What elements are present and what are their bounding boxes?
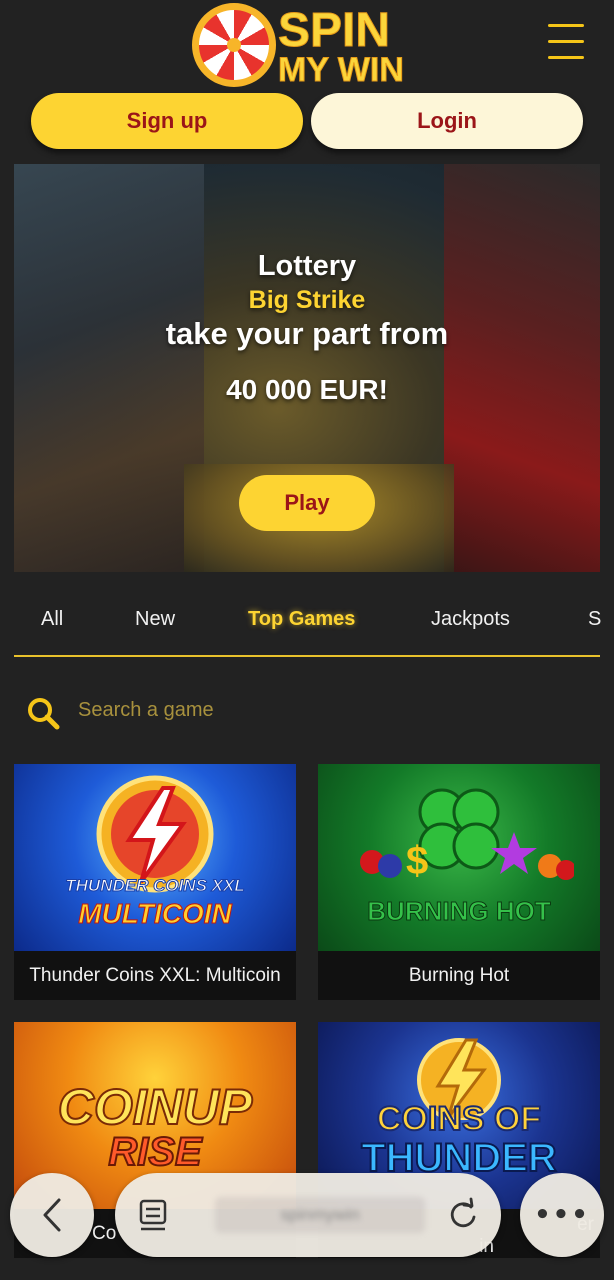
- game-title[interactable]: Thunder Coins XXL: Multicoin: [14, 951, 296, 1000]
- logo[interactable]: SPIN MY WIN: [192, 3, 428, 89]
- banner-amount: 40 000 EUR!: [226, 374, 388, 405]
- game-thumb-title: THUNDER COINS XXL: [65, 876, 245, 896]
- wheel-logo-icon: [192, 3, 276, 87]
- login-button[interactable]: Login: [311, 93, 583, 149]
- game-thumbnail[interactable]: $ BURNING HOT: [318, 764, 600, 951]
- chevron-left-icon: [43, 1198, 61, 1232]
- svg-text:$: $: [406, 839, 428, 883]
- search-input[interactable]: [78, 692, 558, 728]
- hamburger-menu-icon[interactable]: [546, 22, 586, 62]
- browser-address-bar[interactable]: spinmywin: [115, 1173, 501, 1257]
- tab-more[interactable]: S: [588, 608, 601, 631]
- tab-top-games[interactable]: Top Games: [248, 608, 355, 631]
- browser-back-button[interactable]: [10, 1173, 94, 1257]
- reload-icon[interactable]: [445, 1197, 481, 1233]
- game-thumbnail[interactable]: THUNDER COINS XXL MULTICOIN: [14, 764, 296, 951]
- tabs-icon[interactable]: [137, 1197, 169, 1233]
- game-card[interactable]: $ BURNING HOT Burning Hot: [318, 764, 600, 1000]
- tab-new[interactable]: New: [135, 608, 175, 631]
- game-title[interactable]: Burning Hot: [318, 951, 600, 1000]
- game-thumb-title: COINUP: [57, 1078, 253, 1136]
- game-thumb-subtitle: MULTICOIN: [78, 898, 232, 930]
- banner-pirate-left-image: [14, 164, 204, 572]
- banner-title: Lottery: [257, 250, 357, 282]
- promo-banner: Lottery Big Strike take your part from 4…: [14, 164, 600, 572]
- tabs-divider: [14, 655, 600, 657]
- browser-more-button[interactable]: •••: [520, 1173, 604, 1257]
- banner-text: take your part from: [165, 316, 449, 351]
- play-button[interactable]: Play: [239, 475, 375, 531]
- game-thumb-subtitle: RISE: [107, 1129, 202, 1175]
- logo-line2: MY WIN: [278, 51, 405, 89]
- url-text[interactable]: spinmywin: [215, 1197, 425, 1233]
- game-thumb-title: COINS OF: [376, 1099, 542, 1139]
- game-card[interactable]: THUNDER COINS XXL MULTICOIN Thunder Coin…: [14, 764, 296, 1000]
- banner-pirate-right-image: [444, 164, 600, 572]
- game-search: [14, 682, 600, 738]
- banner-subtitle: Big Strike: [248, 286, 366, 314]
- game-thumb-title: BURNING HOT: [367, 896, 551, 927]
- logo-line1: SPIN: [277, 4, 391, 57]
- tab-jackpots[interactable]: Jackpots: [431, 608, 510, 631]
- game-category-tabs: All New Top Games Jackpots S: [14, 600, 614, 644]
- header: SPIN MY WIN: [0, 0, 614, 90]
- signup-button[interactable]: Sign up: [31, 93, 303, 149]
- tab-all[interactable]: All: [41, 608, 63, 631]
- clover-fruits-icon: $: [360, 788, 574, 883]
- search-icon[interactable]: [26, 696, 60, 730]
